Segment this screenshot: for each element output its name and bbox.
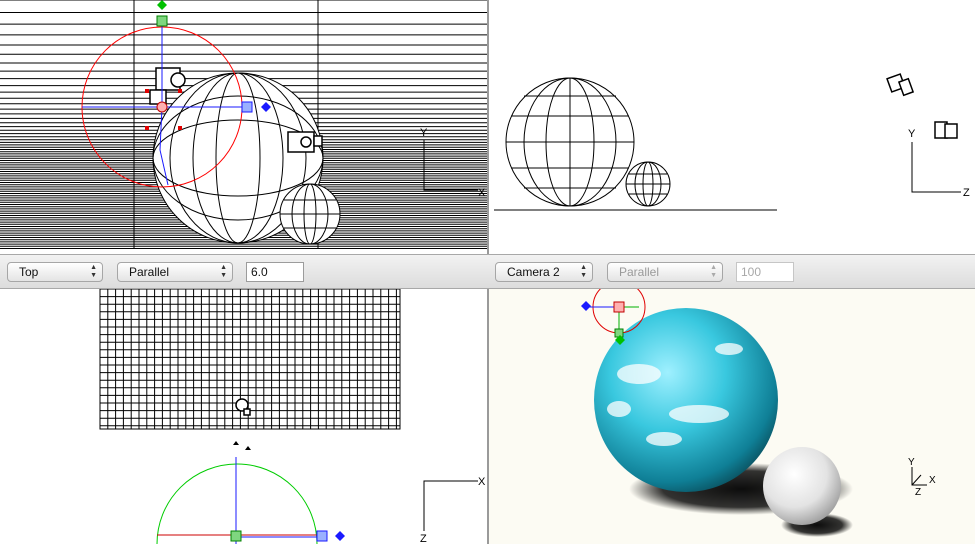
projection-select-left-value: Parallel bbox=[129, 265, 170, 279]
popup-arrows-icon: ▲ ▼ bbox=[220, 264, 227, 279]
center-handle[interactable] bbox=[230, 530, 242, 542]
camera-object[interactable] bbox=[934, 121, 958, 139]
center-handle[interactable] bbox=[613, 301, 625, 313]
zoom-field-right-value: 100 bbox=[741, 265, 762, 279]
view-select-right-value: Camera 2 bbox=[507, 265, 560, 279]
light-marker-icon bbox=[245, 446, 251, 450]
viewport-top-left[interactable]: Y X bbox=[0, 0, 487, 254]
x-axis-handle[interactable] bbox=[316, 530, 328, 542]
planet-wireframe[interactable] bbox=[505, 77, 635, 207]
axis-label-z: Z bbox=[963, 187, 970, 199]
moon-render[interactable] bbox=[763, 447, 841, 525]
axis-label-z: Z bbox=[915, 487, 921, 498]
x-axis-handle[interactable] bbox=[241, 101, 253, 113]
moon-wireframe[interactable] bbox=[279, 183, 341, 245]
viewport-top-right[interactable]: Y Z bbox=[489, 0, 975, 254]
center-handle[interactable] bbox=[156, 101, 168, 113]
moon-wireframe[interactable] bbox=[625, 161, 671, 207]
zoom-field-left-value: 6.0 bbox=[251, 265, 268, 279]
viewport-top-left-canvas[interactable]: Y X bbox=[0, 0, 487, 254]
viewport-bottom-left[interactable]: X Z bbox=[0, 289, 487, 544]
view-select-left-value: Top bbox=[19, 265, 39, 279]
y-axis-diamond-handle[interactable] bbox=[157, 0, 167, 10]
view-select-right[interactable]: Camera 2 ▲ ▼ bbox=[495, 262, 593, 282]
zoom-field-right: 100 bbox=[736, 262, 794, 282]
y-axis-handle[interactable] bbox=[614, 328, 624, 338]
axis-label-y: Y bbox=[908, 457, 915, 468]
axis-label-y: Y bbox=[420, 127, 428, 139]
axis-indicator bbox=[423, 480, 478, 531]
viewport-camera-render-canvas[interactable]: Y X Z bbox=[489, 289, 975, 544]
viewport-toolbar: Top ▲ ▼ Parallel ▲ ▼ 6.0 Camera 2 ▲ ▼ Paral… bbox=[0, 254, 975, 289]
axis-label-x: X bbox=[478, 476, 486, 488]
projection-select-right-value: Parallel bbox=[619, 265, 660, 279]
x-axis-diamond-handle[interactable] bbox=[335, 531, 345, 541]
view-select-left[interactable]: Top ▲ ▼ bbox=[7, 262, 103, 282]
projection-select-right: Parallel ▲ ▼ bbox=[607, 262, 723, 282]
zoom-field-left[interactable]: 6.0 bbox=[246, 262, 304, 282]
camera-object[interactable] bbox=[886, 73, 915, 97]
projection-select-left[interactable]: Parallel ▲ ▼ bbox=[117, 262, 233, 282]
viewport-bottom-left-canvas[interactable]: X Z bbox=[0, 289, 487, 544]
axis-indicator bbox=[911, 142, 961, 193]
axis-label-y: Y bbox=[908, 128, 916, 140]
popup-arrows-icon: ▲ ▼ bbox=[710, 264, 717, 279]
ground-grid-frame bbox=[99, 289, 401, 430]
popup-arrows-icon: ▲ ▼ bbox=[580, 264, 587, 279]
popup-arrows-icon: ▲ ▼ bbox=[90, 264, 97, 279]
light-marker-icon bbox=[233, 441, 239, 445]
axis-label-x: X bbox=[929, 475, 936, 486]
viewport-top-right-canvas[interactable]: Y Z bbox=[489, 0, 975, 254]
axis-label-x: X bbox=[478, 187, 486, 199]
y-axis-handle[interactable] bbox=[156, 15, 168, 27]
axis-indicator bbox=[911, 467, 927, 486]
axis-label-z: Z bbox=[420, 533, 427, 544]
x-axis-diamond-handle[interactable] bbox=[581, 301, 591, 311]
viewport-camera-render[interactable]: Y X Z bbox=[489, 289, 975, 544]
